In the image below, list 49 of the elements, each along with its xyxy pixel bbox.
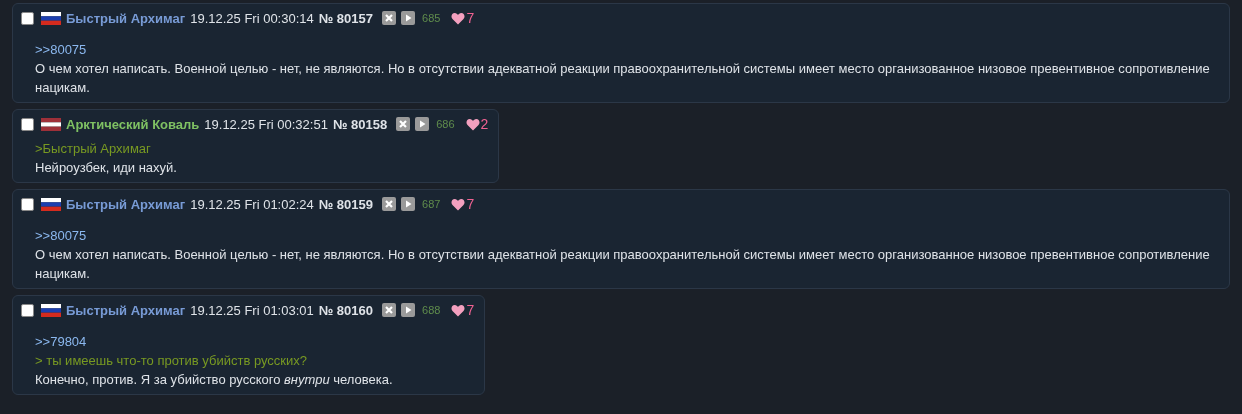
post-text: О чем хотел написать. Военной целью - нет, не являются. Но в отсутствии адекватной реакции правоохранительной системы имеет место организованное низовое превентивное сопротивление нацикам. — [35, 246, 1211, 283]
post-text: Нейроузбек, иди нахуй. — [35, 159, 178, 177]
close-icon[interactable] — [382, 11, 397, 25]
play-icon[interactable] — [415, 117, 430, 131]
post-text: О чем хотел написать. Военной целью - нет, не являются. Но в отсутствии адекватной реакции правоохранительной системы имеет место организованное низовое превентивное сопротивление нацикам. — [35, 60, 1211, 97]
author-name: Быстрый Архимаг — [66, 302, 186, 318]
view-count: 685 — [422, 12, 441, 24]
heart-icon — [451, 197, 466, 211]
like-button[interactable]: 7 — [451, 302, 475, 318]
heart-icon — [451, 11, 466, 25]
quote-text: > ты имеешь что-то против убийств русских? — [35, 352, 308, 370]
view-count: 687 — [422, 198, 441, 210]
post-date: 19.12.25 Fri 00:30:14 — [190, 10, 314, 26]
post-date: 19.12.25 Fri 01:03:01 — [190, 302, 314, 318]
author-name: Арктический Коваль — [66, 116, 200, 132]
like-button[interactable]: 7 — [451, 10, 475, 26]
flag-icon — [41, 303, 61, 317]
close-icon[interactable] — [382, 197, 397, 211]
like-button[interactable]: 2 — [465, 116, 489, 132]
post-number[interactable]: № 80159 — [318, 196, 374, 212]
reply-link[interactable]: >>80075 — [35, 226, 87, 245]
post-number[interactable]: № 80157 — [318, 10, 374, 26]
play-icon[interactable] — [401, 11, 416, 25]
close-icon[interactable] — [396, 117, 411, 131]
post-date: 19.12.25 Fri 00:32:51 — [204, 116, 328, 132]
play-icon[interactable] — [401, 303, 416, 317]
post-date: 19.12.25 Fri 01:02:24 — [190, 196, 314, 212]
author-name: Быстрый Архимаг — [66, 196, 186, 212]
flag-icon — [41, 117, 61, 131]
post-number[interactable]: № 80158 — [332, 116, 388, 132]
play-icon[interactable] — [401, 197, 416, 211]
heart-icon — [451, 303, 466, 317]
heart-icon — [465, 117, 480, 131]
flag-icon — [41, 197, 61, 211]
select-checkbox[interactable] — [21, 117, 34, 131]
like-button[interactable]: 7 — [451, 196, 475, 212]
select-checkbox[interactable] — [21, 197, 34, 211]
view-count: 686 — [436, 118, 455, 130]
select-checkbox[interactable] — [21, 11, 34, 25]
flag-icon — [41, 11, 61, 25]
post-text: Конечно, против. Я за убийство русского внутри человека. — [35, 371, 394, 389]
reply-link[interactable]: >>80075 — [35, 40, 87, 59]
reply-link[interactable]: >>79804 — [35, 332, 87, 351]
select-checkbox[interactable] — [21, 303, 34, 317]
post-number[interactable]: № 80160 — [318, 302, 374, 318]
author-name: Быстрый Архимаг — [66, 10, 186, 26]
close-icon[interactable] — [382, 303, 397, 317]
view-count: 688 — [422, 304, 441, 316]
quote-text: >Быстрый Архимаг — [35, 140, 151, 158]
